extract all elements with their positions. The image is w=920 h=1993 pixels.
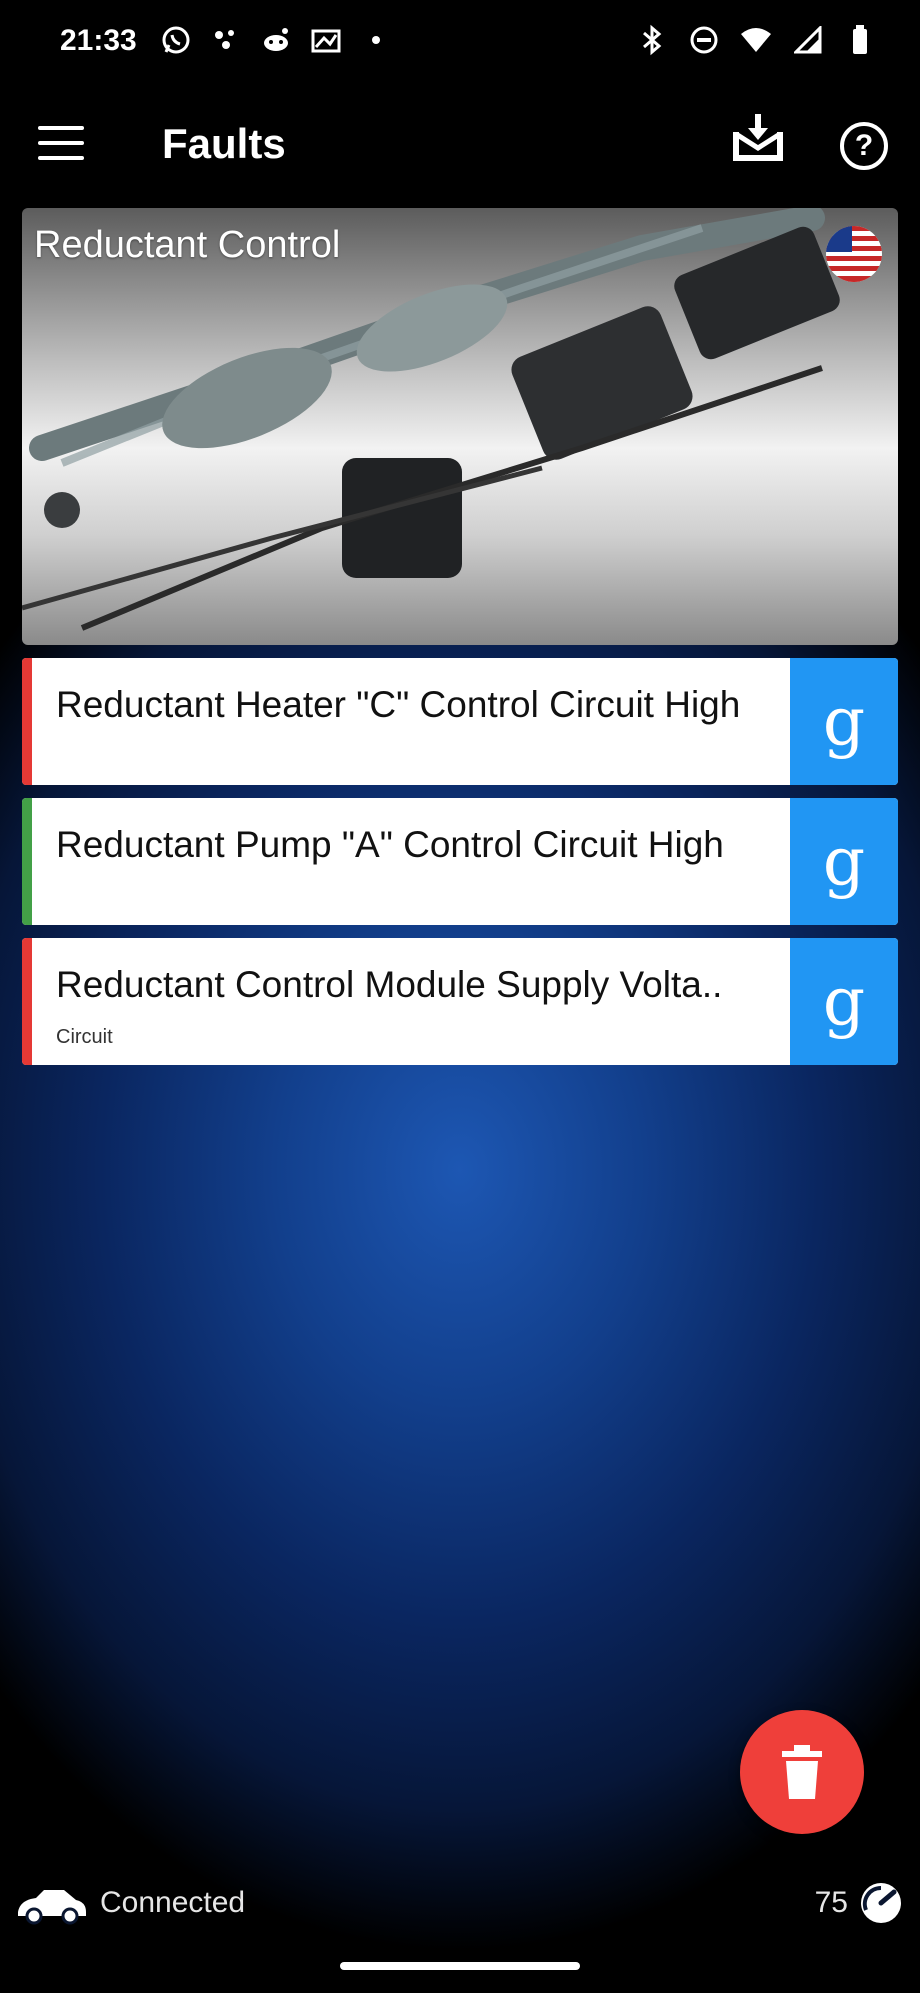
page-title: Faults (162, 120, 286, 167)
dot-icon (360, 22, 392, 58)
fault-status-stripe (22, 938, 32, 1065)
fault-sublabel: Circuit (56, 1026, 113, 1048)
hero-image-card: Reductant Control (22, 208, 898, 645)
google-icon: g (822, 963, 866, 1040)
wifi-icon (740, 22, 772, 58)
bluetooth-icon (636, 22, 668, 58)
whatsapp-icon (160, 22, 192, 58)
status-bar: 21:33 (0, 0, 920, 84)
fault-item[interactable]: Reductant Pump "A" Control Circuit High … (22, 798, 898, 925)
google-search-button[interactable]: g (790, 798, 898, 925)
download-icon (733, 114, 783, 161)
battery-icon (844, 22, 876, 58)
fault-status-stripe (22, 658, 32, 785)
gesture-nav-bar[interactable] (340, 1962, 580, 1970)
help-button[interactable]: ? (840, 122, 888, 170)
trash-icon (782, 1745, 822, 1799)
connection-status-bar: Connected 75 (0, 1880, 920, 1930)
menu-button[interactable] (38, 126, 84, 162)
exhaust-system-image (22, 208, 840, 631)
help-icon: ? (854, 129, 874, 162)
connection-status: Connected (100, 1886, 246, 1919)
signal-icon (792, 22, 824, 58)
reddit-icon (260, 22, 292, 58)
google-search-button[interactable]: g (790, 938, 898, 1065)
us-flag-icon[interactable] (826, 226, 882, 282)
fault-label: Reductant Heater "C" Control Circuit Hig… (56, 684, 741, 725)
fault-item[interactable]: Reductant Heater "C" Control Circuit Hig… (22, 658, 898, 785)
hero-title: Reductant Control (34, 224, 341, 266)
google-search-button[interactable]: g (790, 658, 898, 785)
dnd-icon (688, 22, 720, 58)
delete-faults-button[interactable] (740, 1710, 864, 1834)
fault-status-stripe (22, 798, 32, 925)
status-system-icons (636, 22, 876, 58)
menu-icon (38, 126, 84, 130)
app-bar: Faults ? (0, 84, 920, 204)
car-icon (16, 1886, 88, 1926)
fault-item[interactable]: Reductant Control Module Supply Volta.. … (22, 938, 898, 1065)
fault-label: Reductant Control Module Supply Volta.. (56, 964, 723, 1005)
fault-count: 75 (814, 1886, 848, 1919)
status-notification-icons (160, 22, 392, 58)
google-icon: g (822, 683, 866, 760)
status-time: 21:33 (60, 24, 137, 57)
download-button[interactable] (730, 110, 786, 166)
google-icon: g (822, 823, 866, 900)
photo-icon (310, 22, 342, 58)
fault-label: Reductant Pump "A" Control Circuit High (56, 824, 724, 865)
app-icon (210, 22, 242, 58)
gauge-icon (858, 1880, 904, 1926)
